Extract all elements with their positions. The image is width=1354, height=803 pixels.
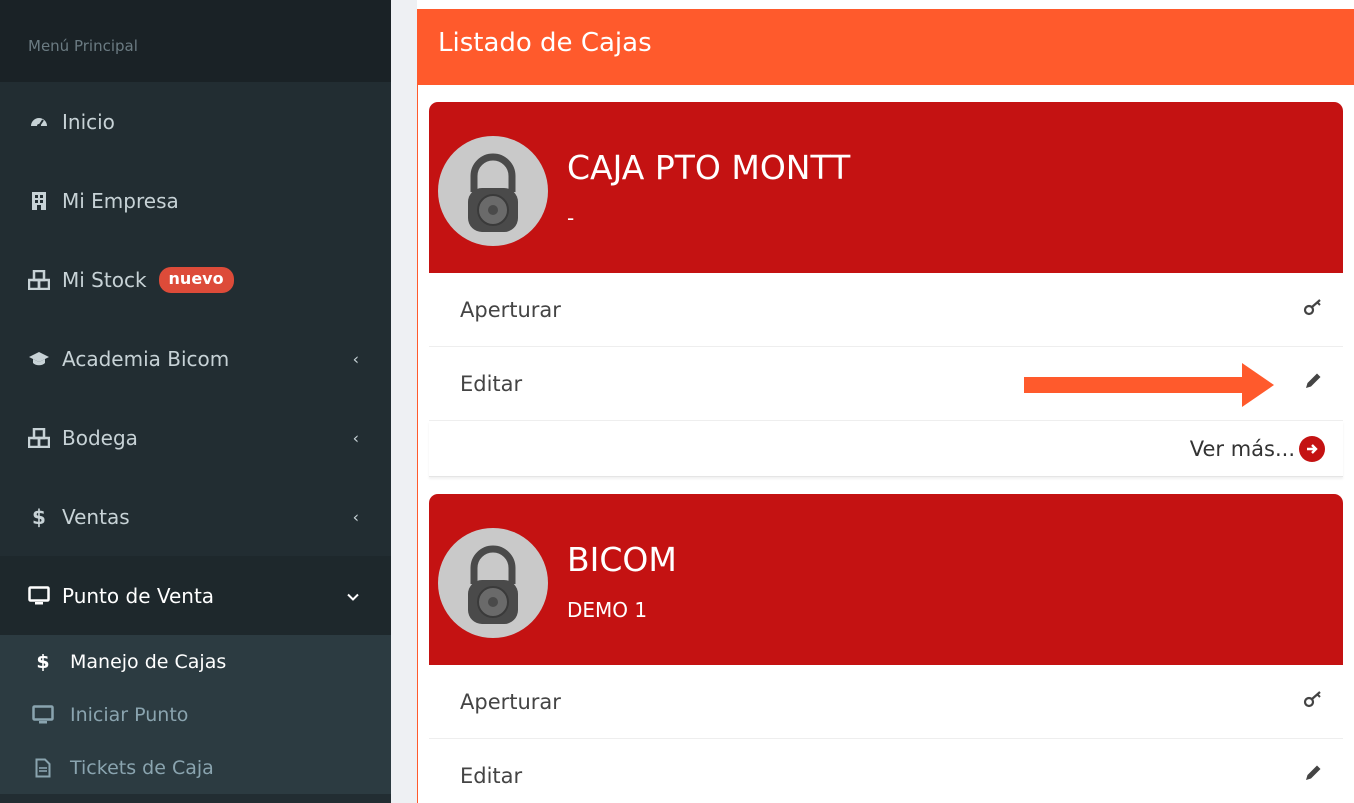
card-title: CAJA PTO MONTT <box>567 148 851 187</box>
key-icon[interactable] <box>1303 689 1323 714</box>
sidebar-item-label: Mi Stock <box>62 267 147 292</box>
new-badge: nuevo <box>158 266 234 293</box>
chevron-left-icon: ‹ <box>352 428 359 447</box>
edit-register-label: Editar <box>460 763 523 788</box>
sidebar-item-label: Academia Bicom <box>62 346 230 371</box>
submenu-item-tickets-de-caja[interactable]: Tickets de Caja <box>0 741 391 794</box>
edit-register-label: Editar <box>460 371 523 396</box>
card-title: BICOM <box>567 540 677 579</box>
chevron-left-icon: ‹ <box>352 507 359 526</box>
card-subtitle: DEMO 1 <box>567 598 648 622</box>
padlock-icon <box>438 136 548 246</box>
see-more-link[interactable]: Ver más... <box>429 421 1343 477</box>
dollar-icon: $ <box>32 504 46 529</box>
see-more-label: Ver más... <box>1189 436 1295 461</box>
sidebar-item-label: Punto de Venta <box>62 583 215 608</box>
open-register-row[interactable]: Aperturar <box>429 665 1343 739</box>
card-header: CAJA PTO MONTT - <box>429 102 1343 273</box>
key-icon[interactable] <box>1303 297 1323 322</box>
open-register-label: Aperturar <box>460 297 561 322</box>
sidebar-item-mi-empresa[interactable]: Mi Empresa <box>0 161 391 240</box>
open-register-row[interactable]: Aperturar <box>429 273 1343 347</box>
card-subtitle: - <box>567 206 575 230</box>
card-header: BICOM DEMO 1 <box>429 494 1343 665</box>
sidebar-item-ventas[interactable]: $ Ventas ‹ <box>0 477 391 556</box>
sidebar-item-inicio[interactable]: Inicio <box>0 82 391 161</box>
padlock-icon <box>438 528 548 638</box>
dashboard-icon <box>28 112 50 132</box>
sidebar-item-mi-stock[interactable]: Mi Stock nuevo <box>0 240 391 319</box>
arrow-circle-right-icon <box>1299 435 1325 462</box>
sidebar-item-label: Mi Empresa <box>62 188 179 213</box>
sidebar-item-punto-de-venta[interactable]: Punto de Venta <box>0 556 391 635</box>
edit-register-row[interactable]: Editar <box>429 739 1343 803</box>
sidebar-header: Menú Principal <box>0 0 391 82</box>
pencil-icon[interactable] <box>1303 763 1323 788</box>
page-title: Listado de Cajas <box>418 9 1354 85</box>
sidebar: Menú Principal Inicio Mi Empresa Mi Stoc… <box>0 0 391 803</box>
sidebar-item-label: Bodega <box>62 425 138 450</box>
cash-register-card: BICOM DEMO 1 Aperturar Editar <box>429 494 1343 803</box>
cubes-icon <box>28 269 50 290</box>
submenu-item-label: Iniciar Punto <box>70 703 189 726</box>
chevron-left-icon: ‹ <box>352 349 359 368</box>
sidebar-item-bodega[interactable]: Bodega ‹ <box>0 398 391 477</box>
desktop-icon <box>32 704 54 725</box>
submenu-item-label: Manejo de Cajas <box>70 650 227 673</box>
cubes-icon <box>28 427 50 448</box>
cash-register-card: CAJA PTO MONTT - Aperturar Editar Ver má… <box>429 102 1343 477</box>
content-gutter <box>391 0 417 803</box>
dollar-icon: $ <box>36 650 50 673</box>
open-register-label: Aperturar <box>460 689 561 714</box>
file-text-icon <box>32 758 54 778</box>
annotation-arrow-icon <box>1024 363 1274 407</box>
submenu-item-label: Tickets de Caja <box>70 756 214 779</box>
chevron-down-icon <box>347 586 359 605</box>
submenu-punto-de-venta: $ Manejo de Cajas Iniciar Punto Tickets … <box>0 635 391 794</box>
submenu-item-iniciar-punto[interactable]: Iniciar Punto <box>0 688 391 741</box>
sidebar-item-academia-bicom[interactable]: Academia Bicom ‹ <box>0 319 391 398</box>
sidebar-item-label: Ventas <box>62 504 130 529</box>
desktop-icon <box>28 585 50 606</box>
submenu-item-manejo-de-cajas[interactable]: $ Manejo de Cajas <box>0 635 391 688</box>
sidebar-item-label: Inicio <box>62 109 115 134</box>
building-icon <box>28 191 50 211</box>
pencil-icon[interactable] <box>1303 371 1323 396</box>
graduation-cap-icon <box>28 350 50 368</box>
